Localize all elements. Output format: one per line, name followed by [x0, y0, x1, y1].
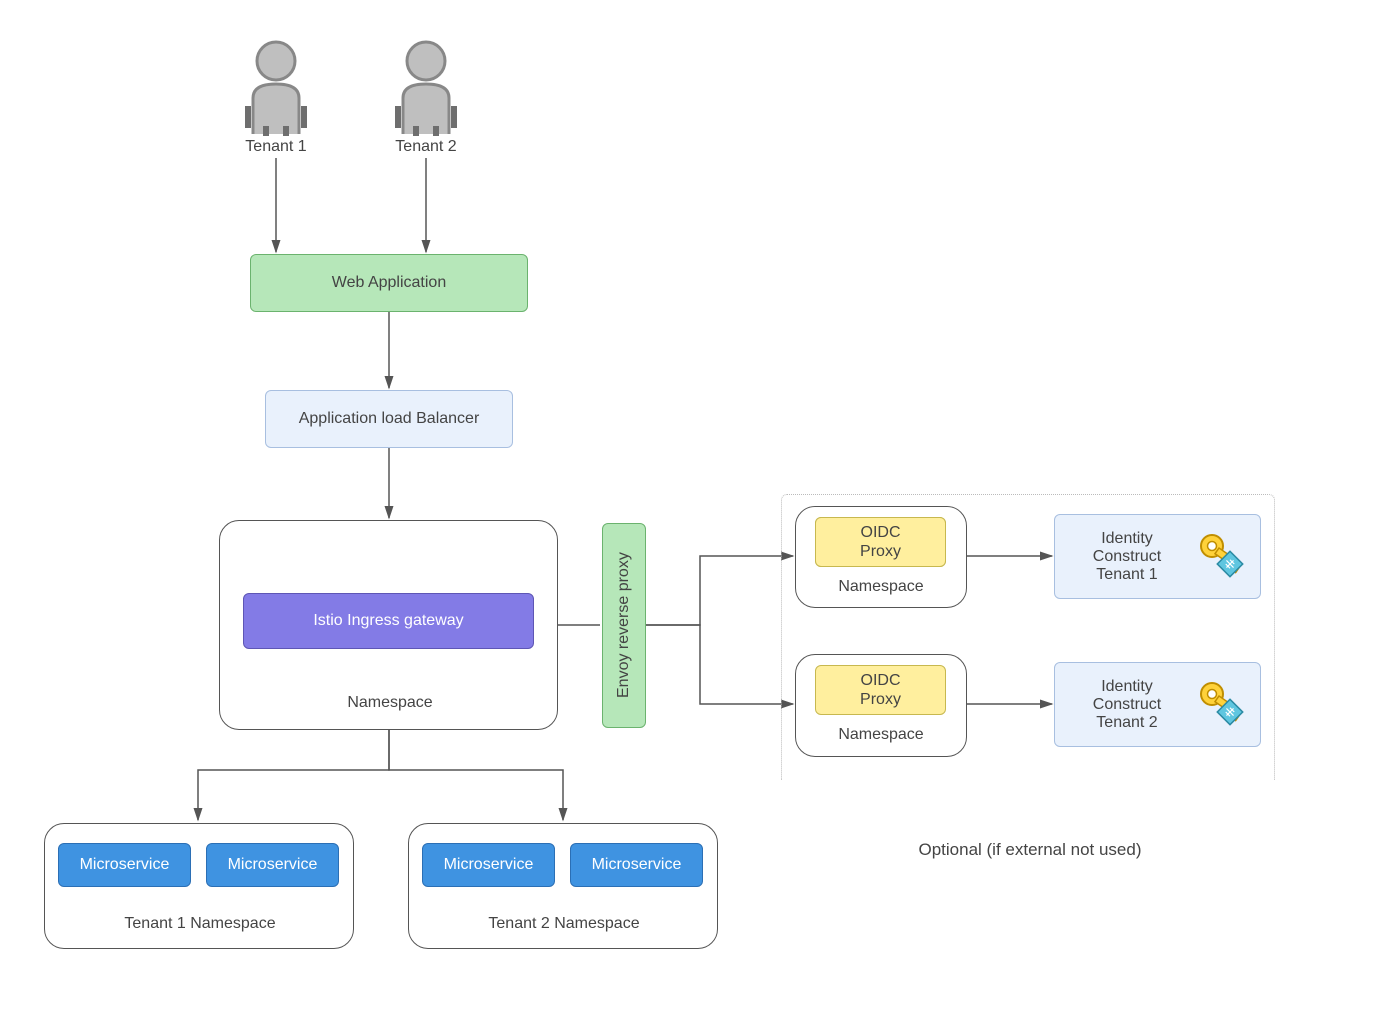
oidc-ns-2-label: Namespace [820, 726, 942, 744]
oidc-proxy-1-box: OIDC Proxy [815, 517, 946, 567]
identity-2-l3: Tenant 2 [1096, 714, 1157, 731]
microservice-1b: Microservice [206, 843, 339, 887]
optional-label: Optional (if external not used) [840, 840, 1220, 860]
oidc-proxy-1-label: OIDC Proxy [860, 523, 901, 561]
web-application-label: Web Application [332, 274, 446, 292]
key-icon-1 [1195, 529, 1250, 584]
oidc-proxy-2-box: OIDC Proxy [815, 665, 946, 715]
envoy-proxy-box: Envoy reverse proxy [602, 523, 646, 728]
tenant1-label: Tenant 1 [230, 138, 322, 156]
identity-2-l1: Identity [1101, 678, 1153, 695]
microservice-1a: Microservice [58, 843, 191, 887]
istio-gateway-label: Istio Ingress gateway [313, 612, 463, 630]
microservice-2b: Microservice [570, 843, 703, 887]
key-icon-2 [1195, 677, 1250, 732]
user-icon-tenant2 [391, 36, 461, 136]
tenant1-ns-label: Tenant 1 Namespace [100, 915, 300, 933]
identity-1-text: Identity Construct Tenant 1 [1059, 530, 1195, 584]
microservice-2b-label: Microservice [592, 856, 682, 874]
identity-1-l1: Identity [1101, 530, 1153, 547]
tenant2-ns-label: Tenant 2 Namespace [464, 915, 664, 933]
microservice-1b-label: Microservice [228, 856, 318, 874]
istio-namespace-label: Namespace [300, 694, 480, 712]
envoy-proxy-label: Envoy reverse proxy [615, 553, 633, 699]
oidc-proxy-2-label: OIDC Proxy [860, 671, 901, 709]
identity-2-text: Identity Construct Tenant 2 [1059, 678, 1195, 732]
alb-box: Application load Balancer [265, 390, 513, 448]
identity-construct-1: Identity Construct Tenant 1 [1054, 514, 1261, 599]
identity-1-l2: Construct [1093, 548, 1161, 565]
microservice-2a: Microservice [422, 843, 555, 887]
alb-label: Application load Balancer [299, 410, 480, 428]
diagram-canvas: Tenant 1 Tenant 2 Web Application Applic… [0, 0, 1392, 1026]
web-application-box: Web Application [250, 254, 528, 312]
identity-construct-2: Identity Construct Tenant 2 [1054, 662, 1261, 747]
identity-1-l3: Tenant 1 [1096, 566, 1157, 583]
istio-gateway-box: Istio Ingress gateway [243, 593, 534, 649]
tenant2-label: Tenant 2 [380, 138, 472, 156]
identity-2-l2: Construct [1093, 696, 1161, 713]
microservice-1a-label: Microservice [80, 856, 170, 874]
user-icon-tenant1 [241, 36, 311, 136]
microservice-2a-label: Microservice [444, 856, 534, 874]
oidc-ns-1-label: Namespace [820, 578, 942, 596]
